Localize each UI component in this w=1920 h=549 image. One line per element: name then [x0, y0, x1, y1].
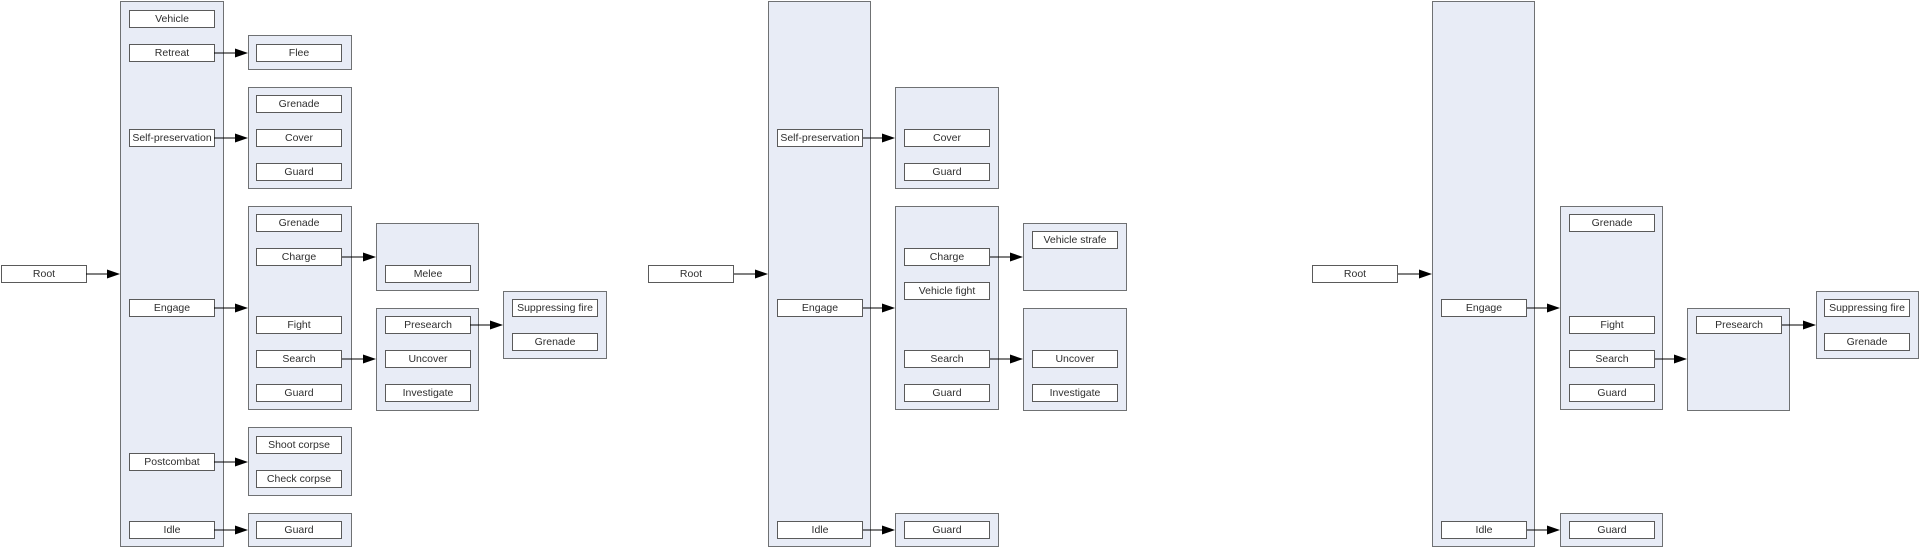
node-uncover[interactable]: Uncover: [1032, 350, 1118, 368]
node-grenade[interactable]: Grenade: [256, 214, 342, 232]
node-cover[interactable]: Cover: [904, 129, 990, 147]
node-vehicle[interactable]: Vehicle: [129, 10, 215, 28]
node-idle[interactable]: Idle: [129, 521, 215, 539]
group-engage-children: [895, 206, 999, 410]
node-engage[interactable]: Engage: [129, 299, 215, 317]
node-investigate[interactable]: Investigate: [385, 384, 471, 402]
arrow-icon: [86, 269, 120, 279]
node-fight[interactable]: Fight: [256, 316, 342, 334]
group-engage-children: [248, 206, 352, 410]
node-idle[interactable]: Idle: [777, 521, 863, 539]
node-idle[interactable]: Idle: [1441, 521, 1527, 539]
node-melee[interactable]: Melee: [385, 265, 471, 283]
node-suppressing-fire[interactable]: Suppressing fire: [1824, 299, 1910, 317]
node-flee[interactable]: Flee: [256, 44, 342, 62]
node-root[interactable]: Root: [648, 265, 734, 283]
node-guard[interactable]: Guard: [904, 163, 990, 181]
node-root[interactable]: Root: [1312, 265, 1398, 283]
node-guard[interactable]: Guard: [904, 384, 990, 402]
node-guard[interactable]: Guard: [256, 521, 342, 539]
node-root[interactable]: Root: [1, 265, 87, 283]
node-guard[interactable]: Guard: [1569, 521, 1655, 539]
node-search[interactable]: Search: [1569, 350, 1655, 368]
node-cover[interactable]: Cover: [256, 129, 342, 147]
node-shoot-corpse[interactable]: Shoot corpse: [256, 436, 342, 454]
node-uncover[interactable]: Uncover: [385, 350, 471, 368]
group-engage-children: [1560, 206, 1663, 410]
node-grenade[interactable]: Grenade: [512, 333, 598, 351]
node-suppressing-fire[interactable]: Suppressing fire: [512, 299, 598, 317]
node-engage[interactable]: Engage: [777, 299, 863, 317]
node-self-preservation[interactable]: Self-preservation: [777, 129, 863, 147]
node-search[interactable]: Search: [256, 350, 342, 368]
node-vehicle-fight[interactable]: Vehicle fight: [904, 282, 990, 300]
arrow-icon: [734, 269, 768, 279]
node-check-corpse[interactable]: Check corpse: [256, 470, 342, 488]
node-investigate[interactable]: Investigate: [1032, 384, 1118, 402]
level1-container-diagram-2: [768, 1, 871, 547]
node-charge[interactable]: Charge: [256, 248, 342, 266]
node-guard[interactable]: Guard: [256, 384, 342, 402]
node-charge[interactable]: Charge: [904, 248, 990, 266]
level1-container-diagram-3: [1432, 1, 1535, 547]
node-retreat[interactable]: Retreat: [129, 44, 215, 62]
node-self-preservation[interactable]: Self-preservation: [129, 129, 215, 147]
node-vehicle-strafe[interactable]: Vehicle strafe: [1032, 231, 1118, 249]
node-grenade[interactable]: Grenade: [1824, 333, 1910, 351]
node-grenade[interactable]: Grenade: [1569, 214, 1655, 232]
node-engage[interactable]: Engage: [1441, 299, 1527, 317]
behavior-tree-canvas: Root Vehicle Retreat Self-preservation Engag…: [0, 0, 1920, 549]
node-guard[interactable]: Guard: [904, 521, 990, 539]
node-fight[interactable]: Fight: [1569, 316, 1655, 334]
node-presearch[interactable]: Presearch: [385, 316, 471, 334]
node-postcombat[interactable]: Postcombat: [129, 453, 215, 471]
arrow-icon: [1398, 269, 1432, 279]
node-search[interactable]: Search: [904, 350, 990, 368]
node-guard[interactable]: Guard: [1569, 384, 1655, 402]
node-grenade[interactable]: Grenade: [256, 95, 342, 113]
node-guard[interactable]: Guard: [256, 163, 342, 181]
node-presearch[interactable]: Presearch: [1696, 316, 1782, 334]
